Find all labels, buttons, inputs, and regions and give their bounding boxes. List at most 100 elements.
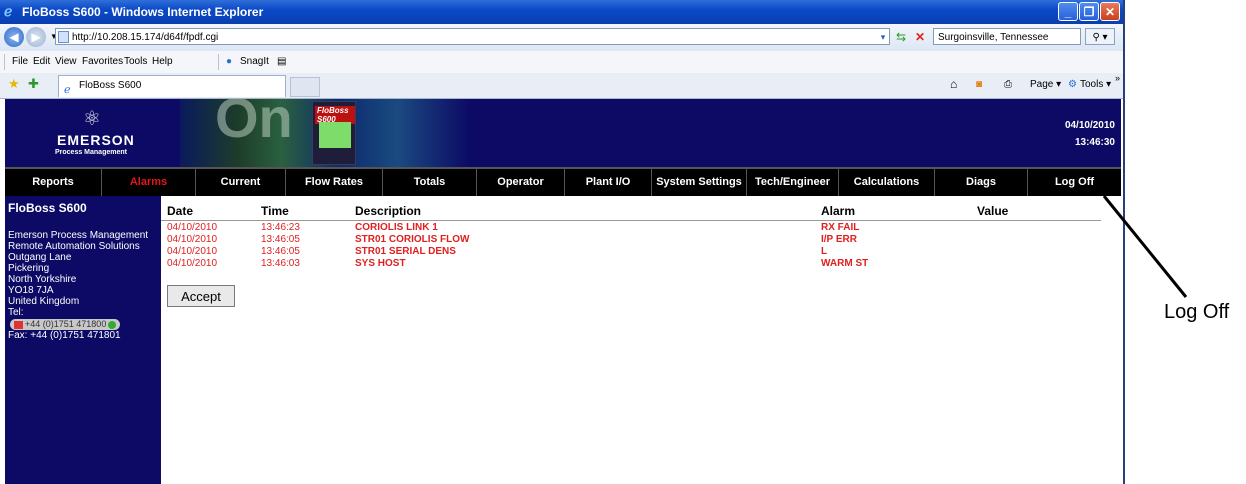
close-button[interactable]: ✕ [1100,2,1120,21]
chevron-more-icon[interactable]: » [1115,73,1120,83]
menu-grip [4,54,5,70]
tel-link[interactable]: +44 (0)1751 471800 [10,319,121,330]
nav-tech-engineer[interactable]: Tech/Engineer [747,169,839,196]
new-tab-button[interactable] [290,77,320,97]
sidebar-line: Emerson Process Management [8,230,149,241]
sidebar-line: United Kingdom [8,296,80,307]
url-input[interactable]: http://10.208.15.174/d64f/fpdf.cgi [55,28,890,45]
menu-bar: File Edit View Favorites Tools Help ● Sn… [0,51,1123,74]
nav-calculations[interactable]: Calculations [839,169,935,196]
col-header-date: Date [167,204,194,218]
tools-menu[interactable]: Tools ▾ [1080,79,1111,90]
forward-button[interactable]: ▶ [26,27,46,47]
sidebar-title: FloBoss S600 [8,201,87,215]
cell-alarm: I/P ERR [821,234,857,245]
sidebar-line: Tel: [8,307,24,318]
address-bar: ◀ ▶ ▼ http://10.208.15.174/d64f/fpdf.cgi… [0,24,1123,52]
home-icon[interactable]: ⌂ [950,77,957,91]
cell-description: STR01 CORIOLIS FLOW [355,234,470,245]
sidebar-line: Remote Automation Solutions [8,241,140,252]
page-icon [58,31,69,43]
menu-file[interactable]: File [12,56,28,67]
cell-alarm: RX FAIL [821,222,860,233]
url-text: http://10.208.15.174/d64f/fpdf.cgi [72,32,219,43]
menu-edit[interactable]: Edit [33,56,50,67]
maximize-button[interactable]: ❐ [1079,2,1099,21]
search-input[interactable]: Surgoinsville, Tennessee [933,28,1081,45]
title-bar: ℯ FloBoss S600 - Windows Internet Explor… [0,0,1123,24]
print-icon[interactable]: ⎙ [1004,79,1012,90]
sidebar-line: Pickering [8,263,50,274]
nav-diags[interactable]: Diags [935,169,1028,196]
back-button[interactable]: ◀ [4,27,24,47]
col-header-value: Value [977,204,1009,218]
page-header: ⚛ EMERSON Process Management On FloBoss … [5,99,1121,167]
browser-window: ℯ FloBoss S600 - Windows Internet Explor… [0,0,1125,484]
sidebar-fax: Fax: +44 (0)1751 471801 [8,330,121,341]
alarm-row: 04/10/2010 13:46:23 CORIOLIS LINK 1 RX F… [161,222,1101,234]
nav-system-settings[interactable]: System Settings [652,169,747,196]
stop-icon[interactable]: ✕ [912,29,928,45]
call-icon [108,320,117,329]
add-favorite-icon[interactable]: ✚ [28,76,39,92]
nav-flow-rates[interactable]: Flow Rates [286,169,383,196]
emerson-logo-icon: ⚛ [83,108,101,130]
search-button[interactable]: ⚲ ▾ [1085,28,1115,45]
nav-alarms[interactable]: Alarms [102,169,196,196]
header-date: 04/10/2010 [1064,120,1115,131]
refresh-icon[interactable]: ⇆ [893,29,909,45]
window-title: FloBoss S600 - Windows Internet Explorer [22,5,264,19]
menu-tools[interactable]: Tools [124,56,147,67]
nav-plant-io[interactable]: Plant I/O [565,169,652,196]
nav-totals[interactable]: Totals [383,169,477,196]
tab-bar: ★ ✚ ℯ FloBoss S600 ⌂ ◙ ⎙ Page ▾ ⚙ Tools … [0,73,1123,99]
nav-current[interactable]: Current [196,169,286,196]
banner-graphic: On [215,99,293,149]
feeds-icon[interactable]: ◙ [976,79,982,90]
header-banner-image: On FloBoss S600 [180,99,470,167]
accept-button[interactable]: Accept [167,285,235,307]
snagit-icon: ● [226,56,233,67]
sidebar: FloBoss S600 Emerson Process Management … [5,196,161,484]
device-screen [319,122,351,148]
alarm-row: 04/10/2010 13:46:05 STR01 SERIAL DENS L [161,246,1101,258]
device-image: FloBoss S600 [312,101,356,165]
menu-view[interactable]: View [55,56,77,67]
cell-time: 13:46:03 [261,258,300,269]
callout-label: Log Off [1164,301,1230,323]
menu-favorites[interactable]: Favorites [82,56,123,67]
page-menu[interactable]: Page ▾ [1030,79,1061,90]
tools-gear-icon: ⚙ [1068,79,1077,90]
col-header-description: Description [355,204,422,218]
cell-date: 04/10/2010 [167,234,218,245]
cell-time: 13:46:05 [261,234,300,245]
alarm-row: 04/10/2010 13:46:03 SYS HOST WARM ST [161,258,1101,270]
sidebar-line: North Yorkshire [8,274,77,285]
url-dropdown-icon[interactable]: ▾ [875,29,891,45]
nav-operator[interactable]: Operator [477,169,565,196]
menu-help[interactable]: Help [152,56,173,67]
col-header-time: Time [261,204,289,218]
logo-subtitle: Process Management [55,149,127,156]
tel-number: +44 (0)1751 471800 [25,319,107,329]
tab-label: FloBoss S600 [79,80,142,91]
tab-floboss[interactable]: ℯ FloBoss S600 [58,75,286,97]
col-header-alarm: Alarm [821,204,856,218]
cell-date: 04/10/2010 [167,222,218,233]
snagit-button[interactable]: SnagIt [240,56,269,67]
snagit-window-icon[interactable]: ▤ [277,56,286,67]
nav-reports[interactable]: Reports [5,169,102,196]
main-nav: Reports Alarms Current Flow Rates Totals… [5,167,1121,196]
sidebar-address: Emerson Process Management Remote Automa… [8,230,148,341]
logo-word: EMERSON [57,132,135,148]
cell-alarm: WARM ST [821,258,869,269]
ie-page-icon: ℯ [64,84,71,96]
alarm-row: 04/10/2010 13:46:05 STR01 CORIOLIS FLOW … [161,234,1101,246]
emerson-logo: ⚛ EMERSON Process Management [5,99,180,167]
favorites-star-icon[interactable]: ★ [8,76,20,92]
cell-time: 13:46:23 [261,222,300,233]
ie-logo-icon: ℯ [4,3,13,19]
minimize-button[interactable]: _ [1058,2,1078,21]
flag-icon [14,320,23,329]
nav-log-off[interactable]: Log Off [1028,169,1121,196]
